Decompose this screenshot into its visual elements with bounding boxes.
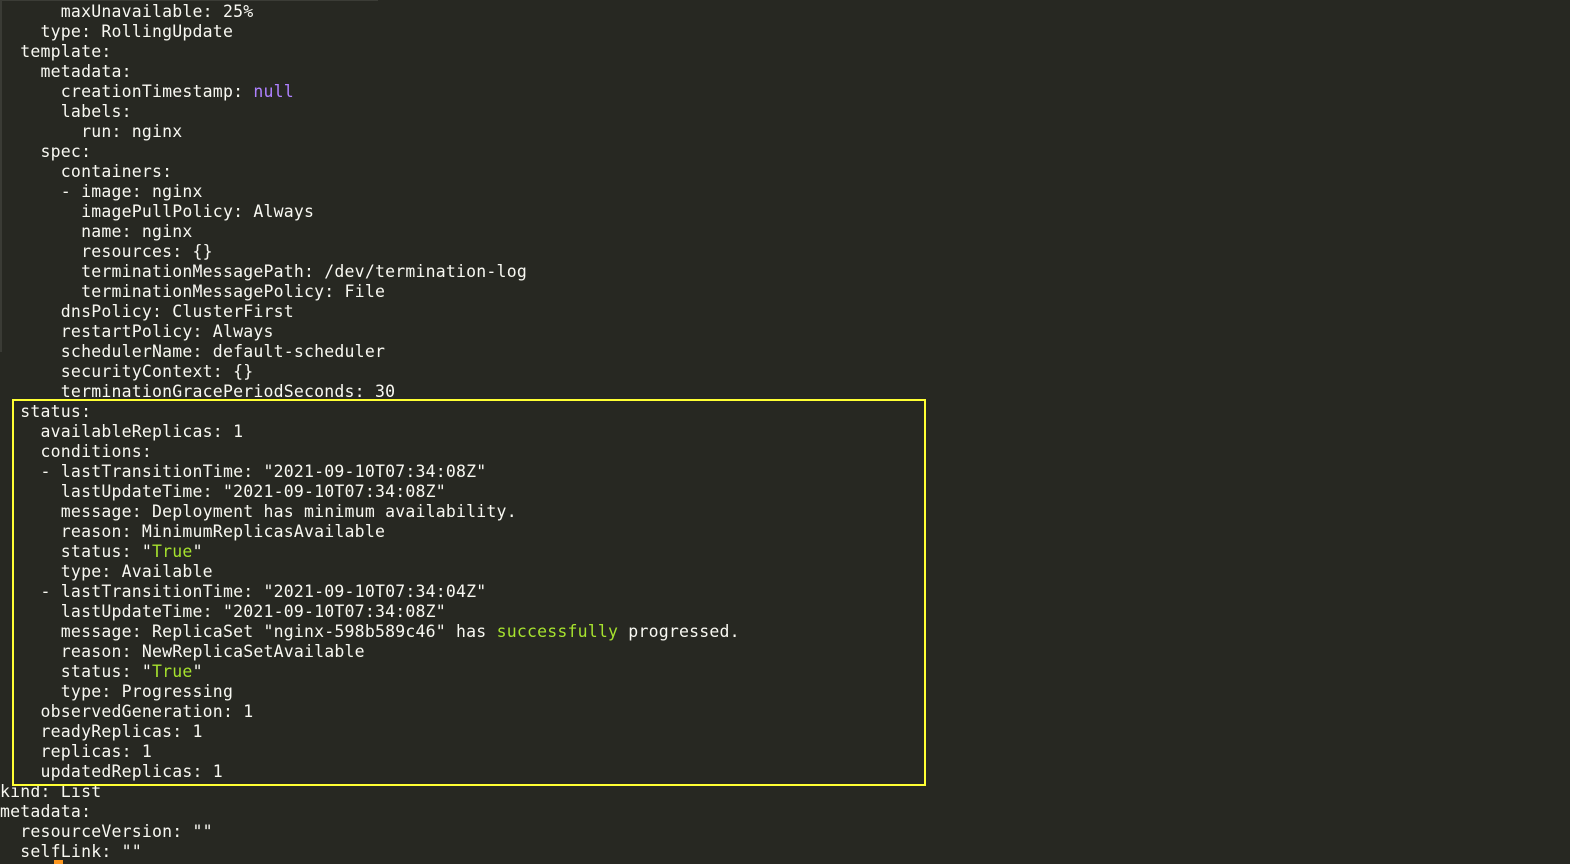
line-text: status: " [0, 542, 153, 561]
line-green-token: successfully [496, 622, 619, 641]
line-text: labels: [0, 102, 132, 121]
terminal-line: observedGeneration: 1 [0, 702, 740, 722]
terminal-line: availableReplicas: 1 [0, 422, 740, 442]
terminal-line: restartPolicy: Always [0, 322, 740, 342]
line-text: type: Available [0, 562, 213, 581]
line-text: " [192, 662, 203, 681]
terminal-line: type: Progressing [0, 682, 740, 702]
line-text: replicas: 1 [0, 742, 153, 761]
terminal-line: metadata: [0, 802, 740, 822]
terminal-line: maxUnavailable: 25% [0, 2, 740, 22]
line-text: message: Deployment has minimum availabi… [0, 502, 517, 521]
terminal-line: spec: [0, 142, 740, 162]
terminal-line: imagePullPolicy: Always [0, 202, 740, 222]
line-text: resources: {} [0, 242, 213, 261]
line-text: creationTimestamp: [0, 82, 254, 101]
line-text: imagePullPolicy: Always [0, 202, 315, 221]
line-text: type: Progressing [0, 682, 234, 701]
terminal-line: kind: List [0, 782, 740, 802]
line-text: observedGeneration: 1 [0, 702, 254, 721]
line-text: type: RollingUpdate [0, 22, 234, 41]
line-text: - lastTransitionTime: "2021-09-10T07:34:… [0, 582, 487, 601]
terminal-line: status: "True" [0, 662, 740, 682]
terminal-line: - image: nginx [0, 182, 740, 202]
terminal-line: securityContext: {} [0, 362, 740, 382]
terminal-line: terminationMessagePath: /dev/termination… [0, 262, 740, 282]
line-text: selfLink: "" [0, 842, 142, 861]
line-text: lastUpdateTime: "2021-09-10T07:34:08Z" [0, 602, 446, 621]
terminal-line: resourceVersion: "" [0, 822, 740, 842]
terminal-line: - lastTransitionTime: "2021-09-10T07:34:… [0, 462, 740, 482]
line-null-token: null [253, 82, 294, 101]
terminal-output: maxUnavailable: 25% type: RollingUpdate … [0, 2, 740, 862]
line-text: - lastTransitionTime: "2021-09-10T07:34:… [0, 462, 487, 481]
terminal-line: run: nginx [0, 122, 740, 142]
terminal-line: reason: NewReplicaSetAvailable [0, 642, 740, 662]
line-text: status: " [0, 662, 153, 681]
line-text: name: nginx [0, 222, 193, 241]
line-text: metadata: [0, 802, 92, 821]
terminal-line: message: Deployment has minimum availabi… [0, 502, 740, 522]
line-text: kind: List [0, 782, 102, 801]
line-text: dnsPolicy: ClusterFirst [0, 302, 294, 321]
terminal-window[interactable]: maxUnavailable: 25% type: RollingUpdate … [0, 0, 1570, 864]
terminal-line: selfLink: "" [0, 842, 740, 862]
terminal-line: labels: [0, 102, 740, 122]
line-text: securityContext: {} [0, 362, 254, 381]
line-text: " [192, 542, 203, 561]
line-text: conditions: [0, 442, 153, 461]
terminal-line: terminationGracePeriodSeconds: 30 [0, 382, 740, 402]
line-green-token: True [152, 542, 193, 561]
line-text: updatedReplicas: 1 [0, 762, 223, 781]
line-text: schedulerName: default-scheduler [0, 342, 386, 361]
terminal-line: lastUpdateTime: "2021-09-10T07:34:08Z" [0, 602, 740, 622]
terminal-line: containers: [0, 162, 740, 182]
terminal-line: creationTimestamp: null [0, 82, 740, 102]
line-text: readyReplicas: 1 [0, 722, 203, 741]
line-text: containers: [0, 162, 173, 181]
line-text: spec: [0, 142, 92, 161]
line-text: restartPolicy: Always [0, 322, 274, 341]
terminal-line: readyReplicas: 1 [0, 722, 740, 742]
line-text: template: [0, 42, 112, 61]
terminal-cursor [54, 860, 63, 864]
terminal-line: - lastTransitionTime: "2021-09-10T07:34:… [0, 582, 740, 602]
terminal-line: terminationMessagePolicy: File [0, 282, 740, 302]
line-text: reason: NewReplicaSetAvailable [0, 642, 365, 661]
terminal-line: updatedReplicas: 1 [0, 762, 740, 782]
terminal-line: template: [0, 42, 740, 62]
line-text: status: [0, 402, 92, 421]
line-text: terminationGracePeriodSeconds: 30 [0, 382, 396, 401]
line-text: progressed. [618, 622, 740, 641]
terminal-line: lastUpdateTime: "2021-09-10T07:34:08Z" [0, 482, 740, 502]
line-text: maxUnavailable: 25% [0, 2, 254, 21]
terminal-line: conditions: [0, 442, 740, 462]
line-text: - image: nginx [0, 182, 203, 201]
terminal-line: type: Available [0, 562, 740, 582]
terminal-line: replicas: 1 [0, 742, 740, 762]
terminal-line: status: [0, 402, 740, 422]
terminal-line: schedulerName: default-scheduler [0, 342, 740, 362]
terminal-line: metadata: [0, 62, 740, 82]
line-text: terminationMessagePath: /dev/termination… [0, 262, 527, 281]
terminal-top-border [0, 0, 378, 1]
line-text: availableReplicas: 1 [0, 422, 244, 441]
line-text: resourceVersion: "" [0, 822, 213, 841]
line-text: terminationMessagePolicy: File [0, 282, 386, 301]
terminal-line: dnsPolicy: ClusterFirst [0, 302, 740, 322]
terminal-line: message: ReplicaSet "nginx-598b589c46" h… [0, 622, 740, 642]
terminal-line: reason: MinimumReplicasAvailable [0, 522, 740, 542]
terminal-line: status: "True" [0, 542, 740, 562]
terminal-line: name: nginx [0, 222, 740, 242]
terminal-line: type: RollingUpdate [0, 22, 740, 42]
terminal-line: resources: {} [0, 242, 740, 262]
line-green-token: True [152, 662, 193, 681]
line-text: message: ReplicaSet "nginx-598b589c46" h… [0, 622, 497, 641]
line-text: lastUpdateTime: "2021-09-10T07:34:08Z" [0, 482, 446, 501]
line-text: run: nginx [0, 122, 183, 141]
line-text: metadata: [0, 62, 132, 81]
line-text: reason: MinimumReplicasAvailable [0, 522, 386, 541]
